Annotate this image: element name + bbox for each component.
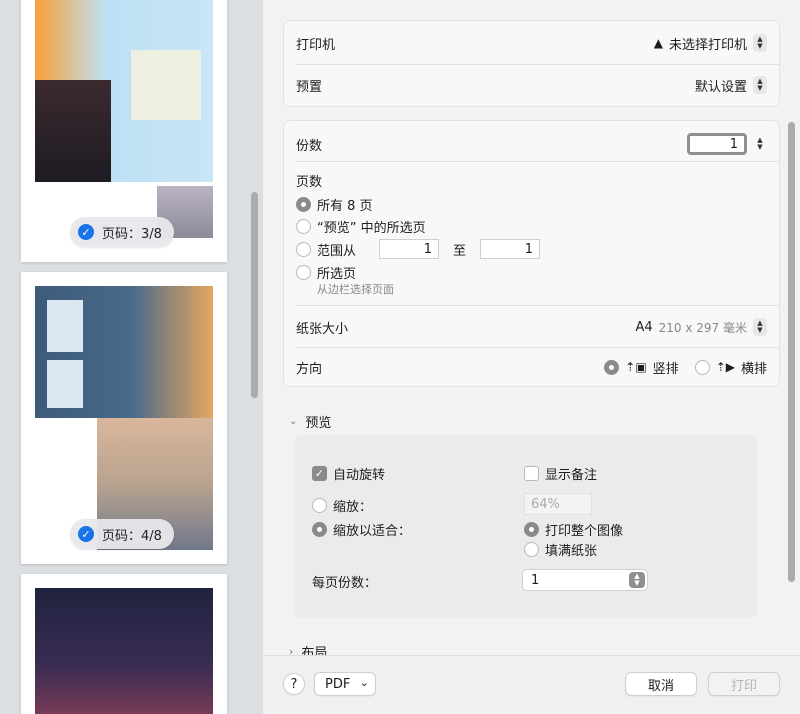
copies-label: 份数	[296, 138, 323, 154]
thumbnail-image	[131, 50, 201, 120]
printer-select[interactable]: ▲ 未选择打印机 ▲ ▼	[654, 34, 767, 53]
printer-group: 打印机 ▲ 未选择打印机 ▲ ▼ 预置 默认设置 ▲ ▼	[283, 20, 780, 107]
chevron-updown-icon: ▲ ▼	[753, 318, 767, 336]
preset-select[interactable]: 默认设置 ▲ ▼	[695, 76, 767, 95]
printer-label: 打印机	[296, 37, 336, 53]
pages-preview-selected-label: “预览” 中的所选页	[317, 220, 426, 236]
range-to-label: 至	[453, 243, 467, 259]
paper-size-select[interactable]: A4 210 x 297 毫米 ▲ ▼	[635, 318, 767, 336]
thumbnail-image	[35, 588, 213, 714]
scale-radio[interactable]	[312, 498, 327, 513]
portrait-label: 竖排	[652, 361, 679, 377]
pages-all-label: 所有 8 页	[317, 198, 373, 214]
dialog-footer: ? PDF ⌄ 取消 打印	[263, 655, 800, 714]
print-entire-image-radio[interactable]	[524, 522, 539, 537]
show-notes-checkbox[interactable]	[524, 466, 539, 481]
scale-to-fit-label: 缩放以适合：	[333, 524, 412, 539]
print-options-panel: 打印机 ▲ 未选择打印机 ▲ ▼ 预置 默认设置 ▲ ▼ 份数 1 ▲ ▼ 页数…	[263, 0, 800, 714]
pages-selected-radio[interactable]	[296, 264, 311, 280]
auto-rotate-label: 自动旋转	[333, 468, 386, 483]
landscape-label: 横排	[740, 361, 767, 377]
pages-label: 页数	[296, 174, 323, 190]
thumbnail-image	[47, 360, 83, 408]
landscape-radio[interactable]	[694, 359, 710, 375]
preview-section-label: 预览	[305, 415, 332, 431]
show-notes-label: 显示备注	[545, 468, 598, 483]
pages-selected-label: 所选页	[317, 266, 357, 282]
pages-selected-hint: 从边栏选择页面	[317, 283, 394, 296]
preview-section-header[interactable]: ⌄ 预览	[289, 412, 332, 431]
preset-value: 默认设置	[694, 79, 747, 95]
page-badge-label: 页码：4/8	[102, 528, 162, 544]
scale-label: 缩放：	[333, 500, 373, 515]
portrait-icon: ⇡▣	[625, 360, 647, 374]
per-page-select[interactable]: 1 ▲ ▼	[522, 569, 648, 591]
cancel-button[interactable]: 取消	[625, 672, 697, 696]
range-to-input[interactable]: 1	[480, 239, 541, 259]
scale-input[interactable]: 64%	[524, 493, 592, 515]
portrait-radio[interactable]	[604, 359, 620, 375]
pdf-menu-button[interactable]: PDF ⌄	[314, 672, 376, 696]
scale-to-fit-radio[interactable]	[312, 522, 327, 537]
page-badge: ✓ 页码：3/8	[70, 217, 174, 247]
pages-range-label: 范围从	[317, 243, 357, 259]
printer-value: 未选择打印机	[668, 37, 747, 53]
paper-size-dims: 210 x 297 毫米	[658, 320, 747, 335]
thumbnail-sidebar[interactable]: ✓ 页码：3/8 ✓ 页码：4/8	[0, 0, 263, 714]
chevron-updown-icon: ▲ ▼	[629, 572, 645, 588]
chevron-updown-icon: ▲ ▼	[753, 76, 767, 94]
auto-rotate-checkbox[interactable]: ✓	[312, 466, 327, 481]
help-button[interactable]: ?	[283, 673, 305, 695]
print-entire-image-label: 打印整个图像	[545, 524, 624, 539]
settings-group: 份数 1 ▲▼ 页数 所有 8 页 “预览” 中的所选页 范围从 1 至 1	[283, 120, 780, 387]
page-badge: ✓ 页码：4/8	[70, 519, 174, 549]
checkmark-icon: ✓	[78, 224, 94, 240]
chevron-updown-icon: ▲ ▼	[753, 34, 767, 52]
pages-preview-selected-radio[interactable]	[296, 218, 311, 234]
chevron-down-icon: ⌄	[289, 415, 298, 427]
panel-scrollbar[interactable]	[788, 122, 795, 582]
pages-range-radio[interactable]	[296, 241, 311, 257]
page-thumbnail-5[interactable]	[21, 574, 227, 714]
page-badge-label: 页码：3/8	[102, 226, 162, 242]
chevron-down-icon: ⌄	[359, 676, 369, 689]
range-from-input[interactable]: 1	[379, 239, 439, 259]
sidebar-scrollbar[interactable]	[251, 192, 258, 398]
per-page-value: 1	[531, 572, 540, 588]
orientation-label: 方向	[296, 361, 323, 377]
thumbnail-image	[47, 300, 83, 352]
print-button[interactable]: 打印	[708, 672, 780, 696]
warning-icon: ▲	[653, 36, 663, 50]
pdf-label: PDF	[325, 676, 351, 692]
thumbnail-image	[35, 80, 111, 182]
per-page-label: 每页份数：	[312, 575, 378, 591]
copies-input[interactable]: 1	[687, 133, 747, 155]
fill-paper-radio[interactable]	[524, 542, 539, 557]
paper-size-value: A4	[635, 319, 653, 335]
preset-label: 预置	[296, 79, 323, 95]
checkmark-icon: ✓	[78, 526, 94, 542]
pages-all-radio[interactable]	[296, 196, 311, 212]
preview-group: ✓ 自动旋转 显示备注 缩放： 64% 缩放以适合： 打印整个图像 填满纸张 每…	[295, 435, 757, 618]
copies-stepper[interactable]: ▲ ▼	[753, 135, 767, 153]
fill-paper-label: 填满纸张	[545, 544, 598, 559]
landscape-icon: ⇡▶	[715, 360, 735, 374]
paper-size-label: 纸张大小	[296, 321, 349, 337]
